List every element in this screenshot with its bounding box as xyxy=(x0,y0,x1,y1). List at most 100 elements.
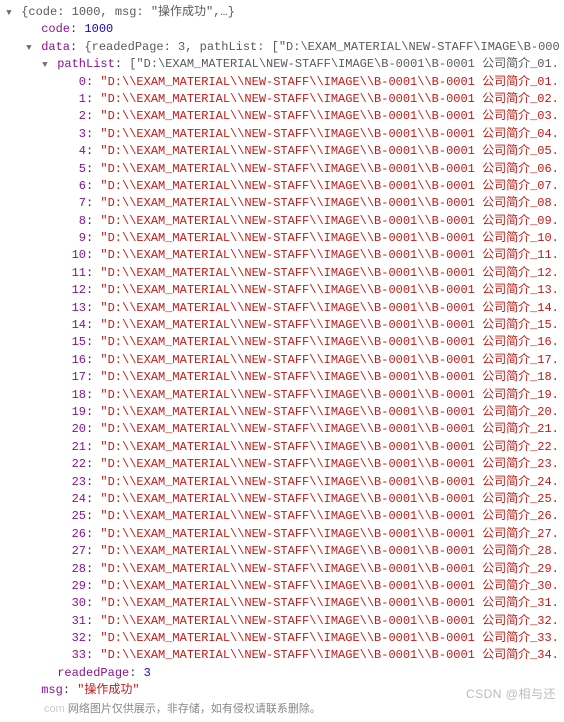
path-value: "D:\\EXAM_MATERIAL\\NEW-STAFF\\IMAGE\\B-… xyxy=(100,301,560,315)
path-item[interactable]: 29: "D:\\EXAM_MATERIAL\\NEW-STAFF\\IMAGE… xyxy=(4,578,560,595)
path-item[interactable]: 16: "D:\\EXAM_MATERIAL\\NEW-STAFF\\IMAGE… xyxy=(4,352,560,369)
readedpage-key: readedPage xyxy=(57,666,129,680)
path-value: "D:\\EXAM_MATERIAL\\NEW-STAFF\\IMAGE\\B-… xyxy=(100,162,560,176)
path-value: "D:\\EXAM_MATERIAL\\NEW-STAFF\\IMAGE\\B-… xyxy=(100,92,560,106)
root-object[interactable]: ▼ {code: 1000, msg: "操作成功",…} xyxy=(4,4,560,21)
path-item[interactable]: 3: "D:\\EXAM_MATERIAL\\NEW-STAFF\\IMAGE\… xyxy=(4,126,560,143)
path-item[interactable]: 21: "D:\\EXAM_MATERIAL\\NEW-STAFF\\IMAGE… xyxy=(4,439,560,456)
path-item[interactable]: 27: "D:\\EXAM_MATERIAL\\NEW-STAFF\\IMAGE… xyxy=(4,543,560,560)
msg-key: msg xyxy=(41,683,63,697)
code-value: 1000 xyxy=(84,22,113,36)
readedpage-value: 3 xyxy=(144,666,151,680)
path-value: "D:\\EXAM_MATERIAL\\NEW-STAFF\\IMAGE\\B-… xyxy=(100,266,560,280)
path-item[interactable]: 15: "D:\\EXAM_MATERIAL\\NEW-STAFF\\IMAGE… xyxy=(4,334,560,351)
path-value: "D:\\EXAM_MATERIAL\\NEW-STAFF\\IMAGE\\B-… xyxy=(100,248,560,262)
path-value: "D:\\EXAM_MATERIAL\\NEW-STAFF\\IMAGE\\B-… xyxy=(100,388,560,402)
array-index: 4 xyxy=(66,143,86,160)
array-index: 19 xyxy=(66,404,86,421)
path-value: "D:\\EXAM_MATERIAL\\NEW-STAFF\\IMAGE\\B-… xyxy=(100,544,560,558)
array-index: 11 xyxy=(66,265,86,282)
array-index: 12 xyxy=(66,282,86,299)
path-item[interactable]: 31: "D:\\EXAM_MATERIAL\\NEW-STAFF\\IMAGE… xyxy=(4,613,560,630)
array-index: 18 xyxy=(66,387,86,404)
path-value: "D:\\EXAM_MATERIAL\\NEW-STAFF\\IMAGE\\B-… xyxy=(100,127,560,141)
array-index: 17 xyxy=(66,369,86,386)
path-item[interactable]: 0: "D:\\EXAM_MATERIAL\\NEW-STAFF\\IMAGE\… xyxy=(4,74,560,91)
path-value: "D:\\EXAM_MATERIAL\\NEW-STAFF\\IMAGE\\B-… xyxy=(100,422,560,436)
path-value: "D:\\EXAM_MATERIAL\\NEW-STAFF\\IMAGE\\B-… xyxy=(100,527,560,541)
path-item[interactable]: 5: "D:\\EXAM_MATERIAL\\NEW-STAFF\\IMAGE\… xyxy=(4,161,560,178)
path-item[interactable]: 30: "D:\\EXAM_MATERIAL\\NEW-STAFF\\IMAGE… xyxy=(4,595,560,612)
array-index: 26 xyxy=(66,526,86,543)
path-item[interactable]: 8: "D:\\EXAM_MATERIAL\\NEW-STAFF\\IMAGE\… xyxy=(4,213,560,230)
path-value: "D:\\EXAM_MATERIAL\\NEW-STAFF\\IMAGE\\B-… xyxy=(100,179,560,193)
expand-toggle-icon[interactable]: ▼ xyxy=(24,42,34,55)
pathlist-key: pathList xyxy=(57,57,115,71)
path-value: "D:\\EXAM_MATERIAL\\NEW-STAFF\\IMAGE\\B-… xyxy=(100,631,560,645)
path-item[interactable]: 26: "D:\\EXAM_MATERIAL\\NEW-STAFF\\IMAGE… xyxy=(4,526,560,543)
path-item[interactable]: 33: "D:\\EXAM_MATERIAL\\NEW-STAFF\\IMAGE… xyxy=(4,647,560,664)
array-index: 31 xyxy=(66,613,86,630)
path-item[interactable]: 25: "D:\\EXAM_MATERIAL\\NEW-STAFF\\IMAGE… xyxy=(4,508,560,525)
path-item[interactable]: 20: "D:\\EXAM_MATERIAL\\NEW-STAFF\\IMAGE… xyxy=(4,421,560,438)
path-item[interactable]: 2: "D:\\EXAM_MATERIAL\\NEW-STAFF\\IMAGE\… xyxy=(4,108,560,125)
array-index: 13 xyxy=(66,300,86,317)
array-index: 9 xyxy=(66,230,86,247)
path-value: "D:\\EXAM_MATERIAL\\NEW-STAFF\\IMAGE\\B-… xyxy=(100,335,560,349)
pathlist-preview: ["D:\EXAM_MATERIAL\NEW-STAFF\IMAGE\B-000… xyxy=(129,57,560,71)
array-index: 23 xyxy=(66,474,86,491)
path-item[interactable]: 4: "D:\\EXAM_MATERIAL\\NEW-STAFF\\IMAGE\… xyxy=(4,143,560,160)
data-property[interactable]: ▼ data: {readedPage: 3, pathList: ["D:\E… xyxy=(4,39,560,56)
expand-toggle-icon[interactable]: ▼ xyxy=(40,59,50,72)
path-value: "D:\\EXAM_MATERIAL\\NEW-STAFF\\IMAGE\\B-… xyxy=(100,457,560,471)
path-value: "D:\\EXAM_MATERIAL\\NEW-STAFF\\IMAGE\\B-… xyxy=(100,214,560,228)
array-index: 32 xyxy=(66,630,86,647)
path-item[interactable]: 7: "D:\\EXAM_MATERIAL\\NEW-STAFF\\IMAGE\… xyxy=(4,195,560,212)
path-item[interactable]: 19: "D:\\EXAM_MATERIAL\\NEW-STAFF\\IMAGE… xyxy=(4,404,560,421)
path-item[interactable]: 10: "D:\\EXAM_MATERIAL\\NEW-STAFF\\IMAGE… xyxy=(4,247,560,264)
path-value: "D:\\EXAM_MATERIAL\\NEW-STAFF\\IMAGE\\B-… xyxy=(100,405,560,419)
path-item[interactable]: 22: "D:\\EXAM_MATERIAL\\NEW-STAFF\\IMAGE… xyxy=(4,456,560,473)
path-value: "D:\\EXAM_MATERIAL\\NEW-STAFF\\IMAGE\\B-… xyxy=(100,75,560,89)
msg-value: "操作成功" xyxy=(77,683,139,697)
watermark: CSDN @相与还 xyxy=(466,686,556,703)
expand-toggle-icon[interactable]: ▼ xyxy=(4,7,14,20)
array-index: 8 xyxy=(66,213,86,230)
path-item[interactable]: 17: "D:\\EXAM_MATERIAL\\NEW-STAFF\\IMAGE… xyxy=(4,369,560,386)
data-preview: {readedPage: 3, pathList: ["D:\EXAM_MATE… xyxy=(84,40,560,54)
path-item[interactable]: 12: "D:\\EXAM_MATERIAL\\NEW-STAFF\\IMAGE… xyxy=(4,282,560,299)
array-index: 27 xyxy=(66,543,86,560)
array-index: 24 xyxy=(66,491,86,508)
path-value: "D:\\EXAM_MATERIAL\\NEW-STAFF\\IMAGE\\B-… xyxy=(100,648,560,662)
path-item[interactable]: 32: "D:\\EXAM_MATERIAL\\NEW-STAFF\\IMAGE… xyxy=(4,630,560,647)
readedpage-property[interactable]: readedPage: 3 xyxy=(4,665,560,682)
path-value: "D:\\EXAM_MATERIAL\\NEW-STAFF\\IMAGE\\B-… xyxy=(100,109,560,123)
path-item[interactable]: 9: "D:\\EXAM_MATERIAL\\NEW-STAFF\\IMAGE\… xyxy=(4,230,560,247)
array-index: 1 xyxy=(66,91,86,108)
array-index: 6 xyxy=(66,178,86,195)
array-index: 14 xyxy=(66,317,86,334)
path-item[interactable]: 1: "D:\\EXAM_MATERIAL\\NEW-STAFF\\IMAGE\… xyxy=(4,91,560,108)
path-item[interactable]: 23: "D:\\EXAM_MATERIAL\\NEW-STAFF\\IMAGE… xyxy=(4,474,560,491)
array-index: 28 xyxy=(66,561,86,578)
root-preview: {code: 1000, msg: "操作成功",…} xyxy=(21,5,235,19)
path-value: "D:\\EXAM_MATERIAL\\NEW-STAFF\\IMAGE\\B-… xyxy=(100,579,560,593)
path-item[interactable]: 14: "D:\\EXAM_MATERIAL\\NEW-STAFF\\IMAGE… xyxy=(4,317,560,334)
array-index: 33 xyxy=(66,647,86,664)
path-item[interactable]: 13: "D:\\EXAM_MATERIAL\\NEW-STAFF\\IMAGE… xyxy=(4,300,560,317)
pathlist-property[interactable]: ▼ pathList: ["D:\EXAM_MATERIAL\NEW-STAFF… xyxy=(4,56,560,73)
path-value: "D:\\EXAM_MATERIAL\\NEW-STAFF\\IMAGE\\B-… xyxy=(100,231,560,245)
path-item[interactable]: 6: "D:\\EXAM_MATERIAL\\NEW-STAFF\\IMAGE\… xyxy=(4,178,560,195)
path-value: "D:\\EXAM_MATERIAL\\NEW-STAFF\\IMAGE\\B-… xyxy=(100,492,560,506)
path-item[interactable]: 18: "D:\\EXAM_MATERIAL\\NEW-STAFF\\IMAGE… xyxy=(4,387,560,404)
path-item[interactable]: 28: "D:\\EXAM_MATERIAL\\NEW-STAFF\\IMAGE… xyxy=(4,561,560,578)
path-item[interactable]: 24: "D:\\EXAM_MATERIAL\\NEW-STAFF\\IMAGE… xyxy=(4,491,560,508)
data-key: data xyxy=(41,40,70,54)
path-value: "D:\\EXAM_MATERIAL\\NEW-STAFF\\IMAGE\\B-… xyxy=(100,475,560,489)
code-property[interactable]: code: 1000 xyxy=(4,21,560,38)
path-value: "D:\\EXAM_MATERIAL\\NEW-STAFF\\IMAGE\\B-… xyxy=(100,370,560,384)
array-index: 15 xyxy=(66,334,86,351)
array-index: 16 xyxy=(66,352,86,369)
path-item[interactable]: 11: "D:\\EXAM_MATERIAL\\NEW-STAFF\\IMAGE… xyxy=(4,265,560,282)
array-index: 10 xyxy=(66,247,86,264)
